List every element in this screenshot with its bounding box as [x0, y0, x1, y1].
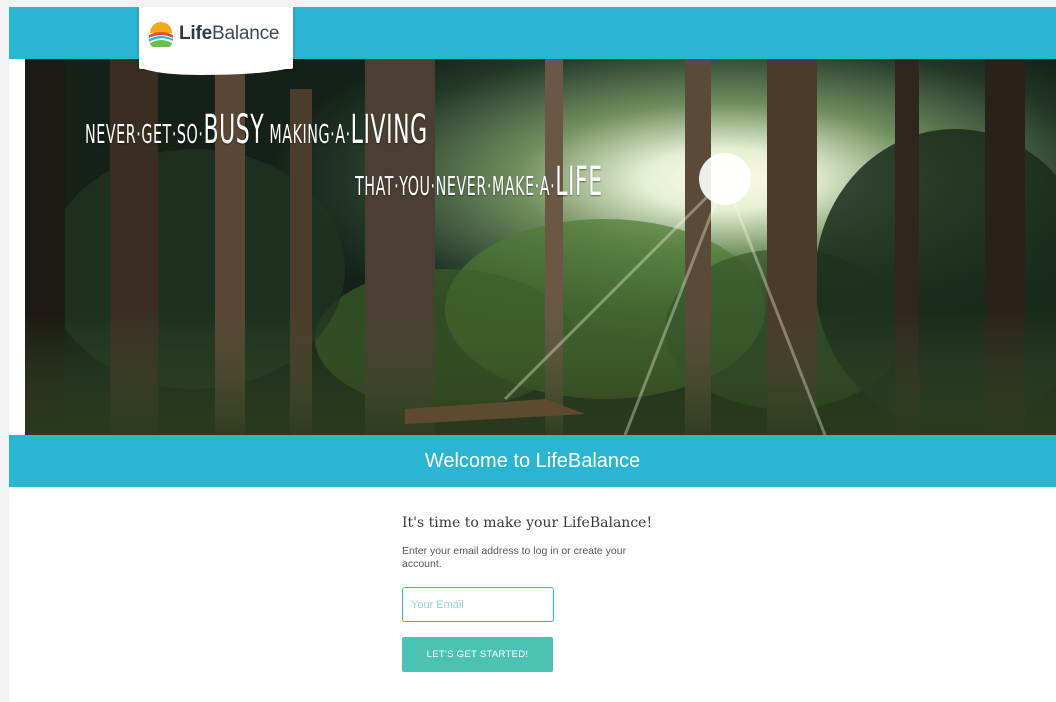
page: LifeBalance NEVER·GET·SO·BUSY MAKING·A·L…: [0, 0, 1056, 702]
logo-card[interactable]: LifeBalance: [139, 7, 293, 75]
welcome-title: Welcome to LifeBalance: [424, 449, 641, 472]
form-description: Enter your email address to log in or cr…: [402, 545, 627, 570]
sun-over-hills-icon: [149, 22, 173, 47]
form-heading: It's time to make your LifeBalance!: [402, 515, 653, 531]
login-form: It's time to make your LifeBalance! Ente…: [402, 515, 672, 672]
get-started-button[interactable]: LET'S GET STARTED!: [402, 637, 553, 672]
email-input[interactable]: [402, 587, 554, 622]
logo-wordmark: LifeBalance: [179, 23, 280, 44]
forest-photo: [25, 59, 1056, 435]
app-frame: LifeBalance NEVER·GET·SO·BUSY MAKING·A·L…: [9, 7, 1056, 702]
hero-banner: Never·get·so·Busy making·a·Living that·y…: [25, 59, 1056, 435]
logo[interactable]: LifeBalance: [147, 21, 279, 47]
welcome-bar: Welcome to LifeBalance: [9, 435, 1056, 487]
